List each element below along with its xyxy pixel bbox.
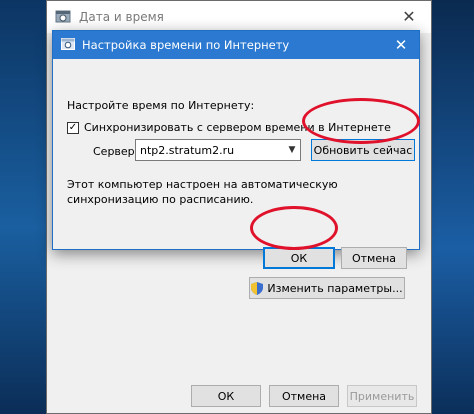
clock-icon	[61, 37, 75, 53]
change-settings-label: Изменить параметры...	[267, 281, 403, 295]
server-combobox[interactable]: ntp2.stratum2.ru ▼	[135, 139, 301, 161]
sync-checkbox-label: Синхронизировать с сервером времени в Ин…	[84, 121, 391, 134]
update-now-button[interactable]: Обновить сейчас	[311, 139, 415, 161]
parent-footer: ОК Отмена Применить	[47, 379, 431, 413]
dialog-titlebar[interactable]: Настройка времени по Интернету ✕	[53, 31, 419, 59]
sync-checkbox[interactable]: ✓	[67, 121, 79, 134]
parent-window-title: Дата и время	[79, 10, 164, 24]
change-settings-button[interactable]: Изменить параметры...	[249, 277, 405, 299]
internet-time-dialog: Настройка времени по Интернету ✕ Настрой…	[52, 30, 420, 269]
shield-icon	[251, 281, 264, 295]
clock-icon	[55, 9, 71, 26]
info-text: Этот компьютер настроен на автоматическу…	[67, 178, 338, 206]
parent-titlebar[interactable]: Дата и время ✕	[47, 1, 431, 33]
sync-row[interactable]: ✓ Синхронизировать с сервером времени в …	[67, 121, 391, 134]
setup-label: Настройте время по Интернету:	[67, 99, 255, 112]
dialog-close-icon[interactable]: ✕	[391, 35, 411, 55]
parent-close-icon[interactable]: ✕	[399, 7, 419, 27]
chevron-down-icon[interactable]: ▼	[284, 140, 300, 160]
dialog-title: Настройка времени по Интернету	[82, 38, 290, 52]
dialog-ok-button[interactable]: ОК	[263, 247, 335, 269]
dialog-cancel-button[interactable]: Отмена	[341, 247, 407, 269]
server-label: Сервер:	[93, 145, 139, 158]
parent-ok-button[interactable]: ОК	[191, 385, 261, 407]
parent-apply-button[interactable]: Применить	[347, 385, 417, 407]
server-value: ntp2.stratum2.ru	[140, 143, 235, 157]
parent-cancel-button[interactable]: Отмена	[269, 385, 339, 407]
desktop-background-left	[0, 0, 48, 414]
